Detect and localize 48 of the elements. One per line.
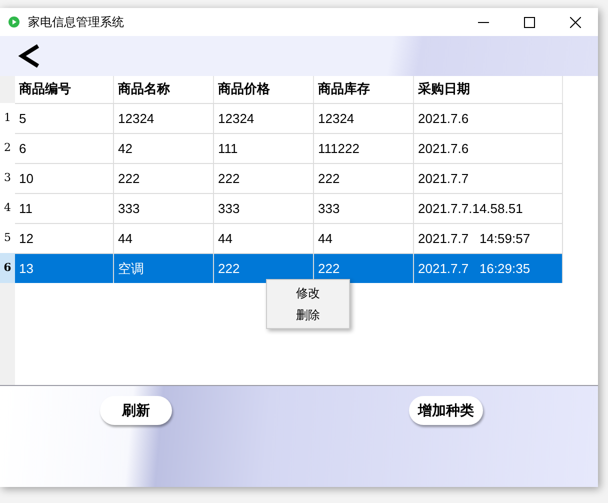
table-cell: 2021.7.6 — [414, 104, 563, 133]
row-header[interactable]: 5 — [0, 223, 15, 253]
maximize-icon — [524, 16, 534, 28]
column-header[interactable]: 商品编号 — [15, 76, 114, 103]
table-cell: 111 — [214, 134, 314, 163]
table-cell: 111222 — [314, 134, 414, 163]
table-cell: 11 — [15, 194, 114, 223]
table-cell: 333 — [314, 194, 414, 223]
back-button[interactable] — [16, 42, 42, 70]
row-header[interactable]: 2 — [0, 133, 15, 163]
table-row[interactable]: 5 12324 12324 12324 2021.7.6 — [15, 103, 563, 133]
table-cell: 6 — [15, 134, 114, 163]
table-cell: 12324 — [314, 104, 414, 133]
table-cell: 222 — [314, 164, 414, 193]
table-cell: 2021.7.7.14.58.51 — [414, 194, 563, 223]
table-cell: 10 — [15, 164, 114, 193]
column-header[interactable]: 商品库存 — [314, 76, 414, 103]
row-header[interactable]: 3 — [0, 163, 15, 193]
table-row[interactable]: 6 42 111 111222 2021.7.6 — [15, 133, 563, 163]
table-cell: 42 — [114, 134, 214, 163]
row-header[interactable]: 6 — [0, 253, 15, 283]
table-cell: 12324 — [214, 104, 314, 133]
table-cell: 2021.7.7 16:29:35 — [414, 254, 563, 283]
column-header[interactable]: 采购日期 — [414, 76, 563, 103]
table-cell: 13 — [15, 254, 114, 283]
table-row[interactable]: 10 222 222 222 2021.7.7 — [15, 163, 563, 193]
table-cell: 2021.7.6 — [414, 134, 563, 163]
table-cell: 333 — [114, 194, 214, 223]
table-row[interactable]: 13 空调 222 222 2021.7.7 16:29:35 — [15, 253, 563, 283]
table-cell: 5 — [15, 104, 114, 133]
window-title: 家电信息管理系统 — [28, 14, 124, 31]
refresh-button[interactable]: 刷新 — [100, 396, 172, 425]
row-header[interactable]: 4 — [0, 193, 15, 223]
menu-item[interactable]: 修改 — [267, 282, 349, 304]
table-cell: 222 — [214, 164, 314, 193]
table-cell: 空调 — [114, 254, 214, 283]
column-header[interactable]: 商品名称 — [114, 76, 214, 103]
add-category-button[interactable]: 增加种类 — [409, 396, 483, 425]
table-cell: 333 — [214, 194, 314, 223]
app-icon — [8, 16, 20, 28]
row-header[interactable]: 1 — [0, 103, 15, 133]
column-header[interactable]: 商品价格 — [214, 76, 314, 103]
table-cell: 12324 — [114, 104, 214, 133]
table-cell: 222 — [114, 164, 214, 193]
close-icon — [570, 16, 580, 28]
table-cell: 2021.7.7 — [414, 164, 563, 193]
menu-item[interactable]: 删除 — [267, 304, 349, 326]
table-row[interactable]: 11 333 333 333 2021.7.7.14.58.51 — [15, 193, 563, 223]
